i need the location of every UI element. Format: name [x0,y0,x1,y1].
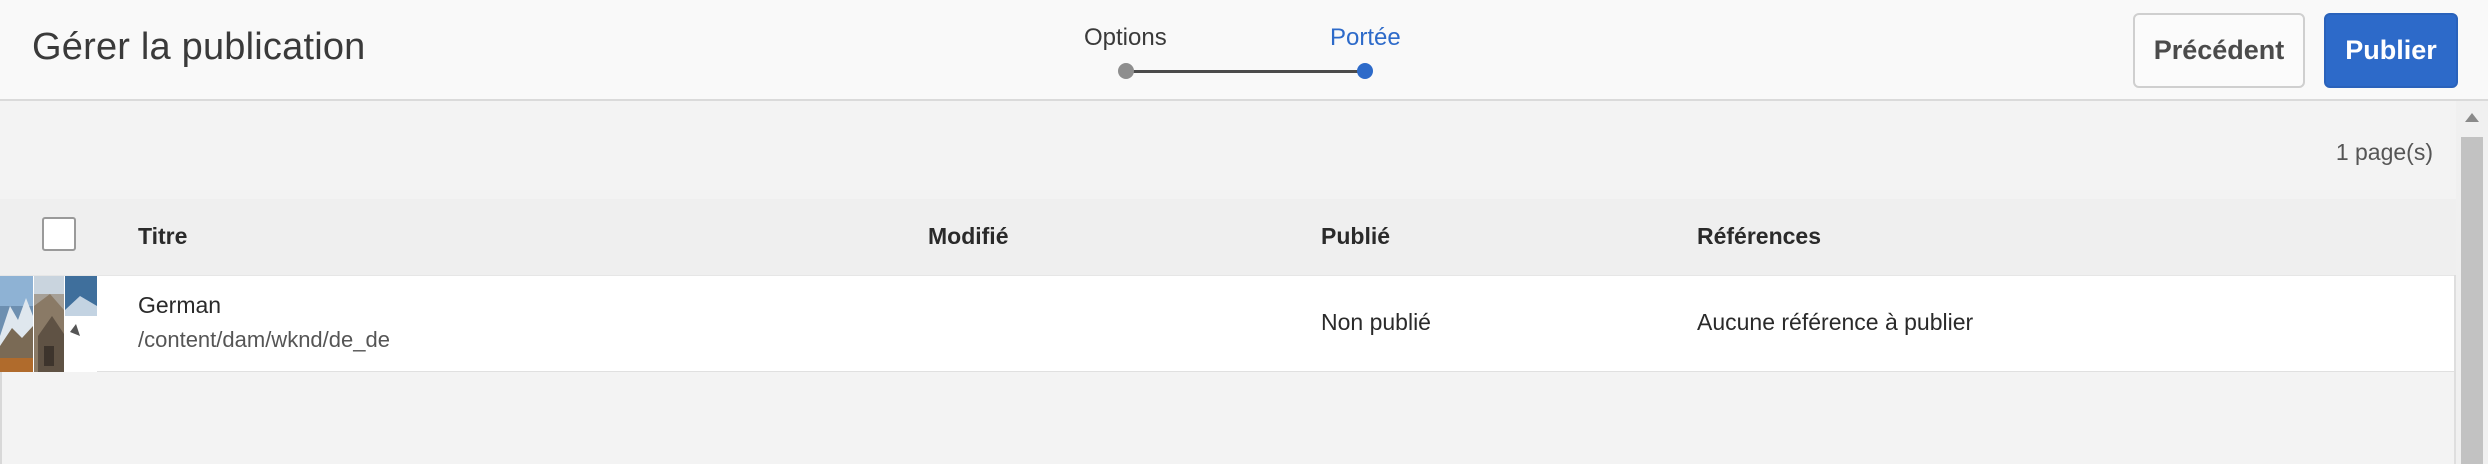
row-published-status: Non publié [1321,309,1431,335]
publication-scope-panel: 1 page(s) Titre Modifié Publié Référence… [0,101,2456,464]
step-scope-dot[interactable] [1357,63,1373,79]
column-header-title[interactable]: Titre [138,223,187,250]
page-title: Gérer la publication [32,26,366,68]
publish-button[interactable]: Publier [2324,13,2458,88]
row-references[interactable]: Aucune référence à publier [1697,309,1973,336]
page-count: 1 page(s) [2335,139,2433,165]
table-header: Titre Modifié Publié Références [0,199,2456,275]
folder-collage-thumbnail-icon[interactable] [0,276,97,372]
column-header-published[interactable]: Publié [1321,223,1390,250]
column-header-references[interactable]: Références [1697,223,1821,250]
step-options-label[interactable]: Options [1084,24,1167,52]
scrollbar-thumb[interactable] [2461,137,2483,464]
row-title: German [138,292,222,318]
step-scope-label[interactable]: Portée [1330,24,1401,52]
table-border-left [0,372,2,464]
column-header-modified[interactable]: Modifié [928,223,1009,250]
step-options-dot[interactable] [1118,63,1134,79]
vertical-scrollbar[interactable] [2456,101,2488,464]
stepper-connector [1127,70,1366,73]
previous-button[interactable]: Précédent [2133,13,2305,88]
scroll-up-arrow-icon[interactable] [2465,113,2479,122]
wizard-stepper: Options Portée [1060,0,1420,100]
table-row[interactable]: German /content/dam/wknd/de_de Non publi… [0,275,2456,372]
row-path: /content/dam/wknd/de_de [138,327,390,352]
select-all-checkbox[interactable] [42,217,76,251]
wizard-header: Gérer la publication Options Portée Préc… [0,0,2488,101]
manage-publication-wizard: Gérer la publication Options Portée Préc… [0,0,2488,464]
